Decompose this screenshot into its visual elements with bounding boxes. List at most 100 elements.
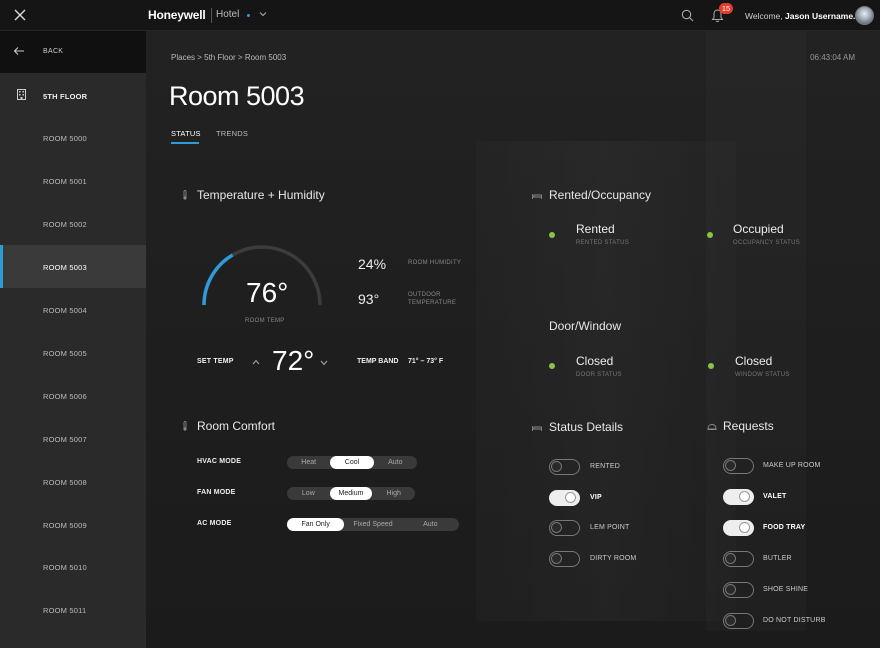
- top-bar: Honeywell Hotel 15 Welcome, Jason Userna…: [0, 0, 880, 31]
- breadcrumb[interactable]: Places > 5th Floor > Room 5003: [171, 53, 286, 62]
- toggle-make-up-room[interactable]: [723, 458, 754, 474]
- toggle-dirty-room-label: DIRTY ROOM: [590, 555, 637, 562]
- toggle-shoe-shine[interactable]: [723, 582, 754, 598]
- sidebar-item-room-5001[interactable]: ROOM 5001: [0, 159, 146, 202]
- bed-icon: [532, 194, 542, 199]
- sidebar-item-room-5003[interactable]: ROOM 5003: [0, 245, 146, 288]
- arrow-left-icon: [13, 47, 24, 55]
- page-title: Room 5003: [169, 81, 305, 111]
- toggle-knob: [725, 460, 736, 471]
- chevron-down-icon[interactable]: [320, 360, 328, 366]
- temperature-section-title: Temperature + Humidity: [197, 188, 325, 202]
- fan-option-low[interactable]: Low: [287, 487, 330, 500]
- sidebar-item-room-5004[interactable]: ROOM 5004: [0, 288, 146, 331]
- hvac-mode-label: HVAC MODE: [197, 458, 242, 465]
- set-temp-label: SET TEMP: [197, 358, 234, 365]
- sidebar: BACK 5TH FLOOR ROOM 5000 ROOM 5001 ROOM …: [0, 31, 146, 648]
- chevron-down-icon[interactable]: [258, 9, 268, 19]
- clock: 06:43:04 AM: [810, 53, 855, 62]
- fan-option-high[interactable]: High: [372, 487, 415, 500]
- sidebar-item-label: ROOM 5004: [43, 306, 87, 315]
- sidebar-item-room-5009[interactable]: ROOM 5009: [0, 503, 146, 546]
- window-value: Closed: [735, 354, 773, 368]
- occupancy-section-title: Rented/Occupancy: [549, 188, 652, 202]
- sidebar-item-room-5010[interactable]: ROOM 5010: [0, 545, 146, 588]
- brand-logo: Honeywell: [148, 8, 206, 22]
- room-temp-label: ROOM TEMP: [245, 318, 285, 324]
- product-name: Hotel: [216, 9, 240, 20]
- close-icon[interactable]: [13, 8, 27, 22]
- status-dot-icon: [247, 14, 250, 17]
- outdoor-temp-value: 93°: [358, 291, 380, 307]
- bell-service-icon: [707, 424, 717, 430]
- hvac-option-cool[interactable]: Cool: [330, 456, 374, 469]
- door-label: DOOR STATUS: [576, 372, 622, 378]
- ac-option-fan-only[interactable]: Fan Only: [287, 518, 345, 531]
- occupied-label: OCCUPANCY STATUS: [733, 240, 801, 246]
- toggle-knob: [725, 553, 736, 564]
- floor-header[interactable]: 5TH FLOOR: [0, 73, 146, 116]
- avatar[interactable]: [855, 6, 874, 25]
- tab-status[interactable]: STATUS: [171, 129, 201, 138]
- sidebar-item-room-5008[interactable]: ROOM 5008: [0, 460, 146, 503]
- toggle-knob: [551, 553, 562, 564]
- floor-label: 5TH FLOOR: [43, 92, 88, 101]
- welcome-text: Welcome, Jason Username.: [745, 11, 855, 21]
- sidebar-item-label: ROOM 5010: [43, 563, 87, 572]
- toggle-butler-label: BUTLER: [763, 555, 792, 562]
- ac-mode-label: AC MODE: [197, 520, 232, 527]
- outdoor-label-line2: TEMPERATURE: [408, 300, 457, 306]
- sidebar-item-room-5011[interactable]: ROOM 5011: [0, 588, 146, 631]
- active-tab-indicator: [171, 142, 199, 144]
- rented-label: RENTED STATUS: [576, 240, 630, 246]
- outdoor-temp-label: OUTDOOR TEMPERATURE: [408, 291, 456, 307]
- toggle-butler[interactable]: [723, 551, 754, 567]
- sidebar-item-label: ROOM 5002: [43, 220, 87, 229]
- toggle-vip[interactable]: [549, 490, 580, 506]
- toggle-valet[interactable]: [723, 489, 754, 505]
- toggle-food-tray[interactable]: [723, 520, 754, 536]
- status-details-section-title: Status Details: [549, 420, 624, 434]
- toggle-dirty-room[interactable]: [549, 551, 580, 567]
- sidebar-item-label: ROOM 5000: [43, 134, 87, 143]
- ac-option-fixed-speed[interactable]: Fixed Speed: [344, 518, 401, 531]
- brand-divider: [211, 8, 212, 23]
- occupied-status-dot: [707, 232, 713, 238]
- humidity-label: ROOM HUMIDITY: [408, 260, 462, 266]
- ac-option-auto[interactable]: Auto: [402, 518, 459, 531]
- building-icon: [17, 89, 26, 100]
- notification-badge: 15: [719, 3, 733, 14]
- toggle-knob: [551, 461, 562, 472]
- sidebar-item-label: ROOM 5005: [43, 349, 87, 358]
- background-image: [476, 141, 736, 621]
- sidebar-item-room-5002[interactable]: ROOM 5002: [0, 202, 146, 245]
- outdoor-label-line1: OUTDOOR: [408, 292, 441, 298]
- toggle-knob: [725, 615, 736, 626]
- door-status-dot: [549, 363, 555, 369]
- temp-band-value: 71° – 73° F: [408, 358, 444, 365]
- fan-option-medium[interactable]: Medium: [329, 487, 373, 500]
- toggle-valet-label: VALET: [763, 493, 787, 500]
- hvac-option-auto[interactable]: Auto: [374, 456, 417, 469]
- sidebar-item-room-5007[interactable]: ROOM 5007: [0, 417, 146, 460]
- back-button[interactable]: BACK: [0, 31, 146, 73]
- toggle-do-not-disturb[interactable]: [723, 613, 754, 629]
- sidebar-item-room-5000[interactable]: ROOM 5000: [0, 116, 146, 159]
- toggle-lem-point[interactable]: [549, 520, 580, 536]
- window-status-dot: [708, 363, 714, 369]
- sidebar-item-room-5006[interactable]: ROOM 5006: [0, 374, 146, 417]
- chevron-up-icon[interactable]: [252, 359, 260, 365]
- sidebar-item-room-5005[interactable]: ROOM 5005: [0, 331, 146, 374]
- toggle-knob: [725, 584, 736, 595]
- fan-mode-selector: Low Medium High: [287, 487, 415, 500]
- fan-mode-label: FAN MODE: [197, 489, 236, 496]
- tab-trends[interactable]: TRENDS: [216, 129, 248, 138]
- hvac-option-heat[interactable]: Heat: [287, 456, 330, 469]
- toggle-rented[interactable]: [549, 459, 580, 475]
- toggle-knob: [739, 491, 750, 502]
- thermometer-icon: [183, 421, 187, 431]
- thermometer-icon: [183, 190, 187, 200]
- search-icon[interactable]: [681, 9, 694, 22]
- toggle-food-tray-label: FOOD TRAY: [763, 524, 806, 531]
- door-window-section-title: Door/Window: [549, 319, 622, 333]
